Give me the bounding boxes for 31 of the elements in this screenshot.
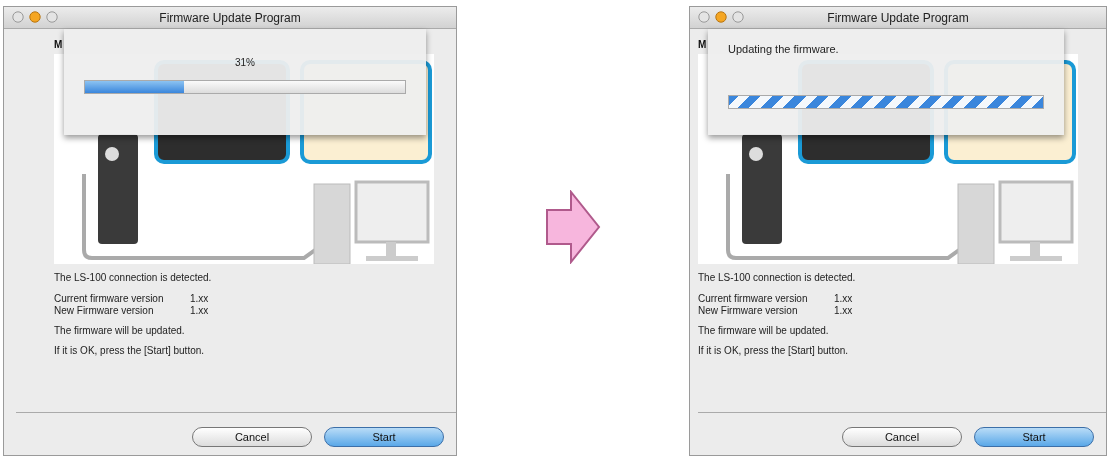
version-label: New Firmware version [698, 305, 799, 316]
progress-text: Updating the firmware. [728, 43, 839, 55]
version-label: Current firmware version [698, 293, 809, 304]
minimize-icon[interactable] [715, 11, 727, 23]
message-text: The firmware will be updated. [698, 325, 829, 336]
start-button[interactable]: Start [974, 427, 1094, 447]
status-text: The LS-100 connection is detected. [54, 272, 212, 283]
right-arrow-icon [545, 190, 601, 264]
progress-text: 31% [235, 57, 255, 68]
version-value: 1.xx [834, 305, 853, 316]
window-title: Firmware Update Program [159, 10, 301, 25]
zoom-icon[interactable] [46, 11, 58, 23]
cancel-button[interactable]: Cancel [842, 427, 962, 447]
model-label: M [698, 39, 707, 50]
version-value: 1.xx [190, 293, 209, 304]
minimize-icon[interactable] [29, 11, 41, 23]
zoom-icon[interactable] [732, 11, 744, 23]
version-label: New Firmware version [54, 305, 155, 316]
model-label: M [54, 39, 63, 50]
message-text: If it is OK, press the [Start] button. [698, 345, 849, 356]
version-value: 1.xx [190, 305, 209, 316]
version-label: Current firmware version [54, 293, 165, 304]
version-value: 1.xx [834, 293, 853, 304]
message-text: If it is OK, press the [Start] button. [54, 345, 205, 356]
close-icon[interactable] [12, 11, 24, 23]
window-title: Firmware Update Program [827, 10, 969, 25]
start-button[interactable]: Start [324, 427, 444, 447]
cancel-button[interactable]: Cancel [192, 427, 312, 447]
message-text: The firmware will be updated. [54, 325, 185, 336]
status-text: The LS-100 connection is detected. [698, 272, 856, 283]
close-icon[interactable] [698, 11, 710, 23]
